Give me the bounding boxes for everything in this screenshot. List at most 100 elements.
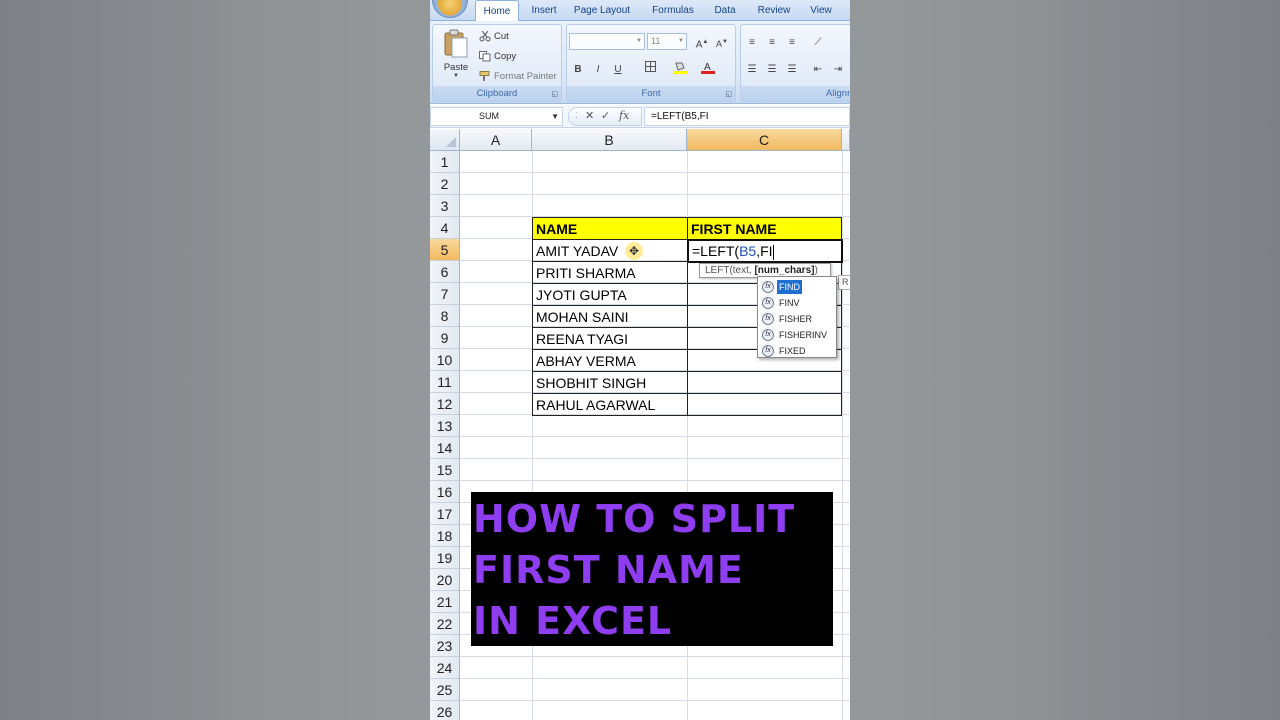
formula-input[interactable]: =LEFT(B5,FI — [644, 107, 850, 126]
row-header-21[interactable]: 21 — [430, 591, 460, 613]
first-name-cell[interactable] — [687, 393, 842, 416]
row-header-14[interactable]: 14 — [430, 437, 460, 459]
tab-insert[interactable]: Insert — [525, 0, 563, 21]
tab-data[interactable]: Data — [710, 0, 740, 21]
formula-bar: SUM ▼ ⁚ ✕ ✓ fx =LEFT(B5,FI — [430, 105, 850, 128]
row-header-17[interactable]: 17 — [430, 503, 460, 525]
tab-review[interactable]: Review — [753, 0, 795, 21]
scissors-icon — [479, 30, 491, 42]
shrink-font-icon[interactable]: A▼ — [713, 33, 731, 50]
row-header-19[interactable]: 19 — [430, 547, 460, 569]
row-header-1[interactable]: 1 — [430, 151, 460, 173]
function-autocomplete-list[interactable]: fx FIND fx FINV fx FISHER fx FISHERINV fx FIX… — [757, 276, 837, 358]
name-cell[interactable]: ABHAY VERMA — [532, 349, 688, 372]
align-bottom-icon[interactable]: ≡ — [783, 33, 801, 50]
cut-label: Cut — [494, 31, 509, 42]
increase-indent-icon[interactable]: ⇥ — [829, 60, 847, 77]
enter-check-icon[interactable]: ✓ — [601, 109, 610, 122]
row-header-26[interactable]: 26 — [430, 701, 460, 720]
dialog-launcher-icon[interactable]: ◱ — [551, 90, 558, 98]
row-header-12[interactable]: 12 — [430, 393, 460, 415]
autocomplete-label: FISHERINV — [779, 330, 828, 340]
banner-line-2: FIRST NAME — [473, 548, 744, 592]
autocomplete-item-fixed[interactable]: fx FIXED — [760, 343, 836, 359]
row-header-2[interactable]: 2 — [430, 173, 460, 195]
row-header-22[interactable]: 22 — [430, 613, 460, 635]
header-cell-first-name[interactable]: FIRST NAME — [687, 217, 842, 240]
column-header-c[interactable]: C — [687, 129, 842, 151]
tab-view[interactable]: View — [807, 0, 835, 21]
name-cell[interactable]: SHOBHIT SINGH — [532, 371, 688, 394]
autocomplete-label: FINV — [779, 298, 800, 308]
name-box-value: SUM — [479, 111, 499, 121]
name-cell[interactable]: PRITI SHARMA — [532, 261, 688, 284]
align-middle-icon[interactable]: ≡ — [763, 33, 781, 50]
row-header-9[interactable]: 9 — [430, 327, 460, 349]
font-name-input[interactable]: ▼ — [569, 33, 645, 50]
header-cell-name[interactable]: NAME — [532, 217, 688, 240]
orientation-icon[interactable]: ⟋ — [809, 33, 827, 50]
name-cell[interactable]: MOHAN SAINI — [532, 305, 688, 328]
insert-function-icon[interactable]: fx — [619, 109, 629, 122]
row-header-13[interactable]: 13 — [430, 415, 460, 437]
name-cell[interactable]: JYOTI GUPTA — [532, 283, 688, 306]
gridline — [460, 194, 850, 195]
row-header-4[interactable]: 4 — [430, 217, 460, 239]
align-left-icon[interactable]: ☰ — [743, 60, 761, 77]
italic-button[interactable]: I — [589, 60, 607, 77]
align-right-icon[interactable]: ☰ — [783, 60, 801, 77]
font-group: ▼ 11 ▼ A▲ A▼ B I U A Font ◱ — [566, 24, 736, 102]
row-header-18[interactable]: 18 — [430, 525, 460, 547]
column-header-a[interactable]: A — [460, 129, 532, 151]
underline-button[interactable]: U — [609, 60, 627, 77]
gridline — [460, 458, 850, 459]
active-cell-editor[interactable]: =LEFT(B5,FI — [687, 239, 843, 263]
copy-button[interactable]: Copy — [479, 50, 516, 64]
row-header-15[interactable]: 15 — [430, 459, 460, 481]
autocomplete-item-fisherinv[interactable]: fx FISHERINV — [760, 327, 836, 343]
bold-button[interactable]: B — [569, 60, 587, 77]
font-color-icon[interactable]: A — [699, 60, 717, 77]
font-size-value: 11 — [651, 36, 661, 46]
autocomplete-item-finv[interactable]: fx FINV — [760, 295, 836, 311]
fill-color-icon[interactable] — [671, 60, 689, 77]
office-button-icon[interactable] — [432, 0, 468, 18]
row-header-11[interactable]: 11 — [430, 371, 460, 393]
row-header-6[interactable]: 6 — [430, 261, 460, 283]
name-box[interactable]: SUM ▼ — [430, 107, 563, 126]
autocomplete-item-find[interactable]: fx FIND — [760, 279, 836, 295]
column-header-d[interactable] — [842, 129, 850, 151]
cut-button[interactable]: Cut — [479, 30, 509, 44]
row-header-8[interactable]: 8 — [430, 305, 460, 327]
row-header-3[interactable]: 3 — [430, 195, 460, 217]
row-header-10[interactable]: 10 — [430, 349, 460, 371]
format-painter-button[interactable]: Format Painter — [479, 70, 557, 84]
paste-button[interactable]: Paste ▼ — [437, 27, 475, 85]
name-cell[interactable]: AMIT YADAV ✥ — [532, 239, 688, 262]
dialog-launcher-icon[interactable]: ◱ — [725, 90, 732, 98]
tab-formulas[interactable]: Formulas — [646, 0, 700, 21]
tab-page-layout[interactable]: Page Layout — [570, 0, 634, 21]
cancel-icon[interactable]: ✕ — [585, 109, 594, 122]
borders-icon[interactable] — [641, 60, 659, 77]
tab-home[interactable]: Home — [475, 0, 519, 22]
first-name-cell[interactable] — [687, 371, 842, 394]
grow-font-icon[interactable]: A▲ — [693, 33, 711, 50]
row-header-5[interactable]: 5 — [430, 239, 460, 261]
gridline — [460, 678, 850, 679]
name-cell[interactable]: REENA TYAGI — [532, 327, 688, 350]
row-header-20[interactable]: 20 — [430, 569, 460, 591]
font-size-input[interactable]: 11 ▼ — [647, 33, 687, 50]
row-header-24[interactable]: 24 — [430, 657, 460, 679]
name-cell[interactable]: RAHUL AGARWAL — [532, 393, 688, 416]
decrease-indent-icon[interactable]: ⇤ — [809, 60, 827, 77]
align-top-icon[interactable]: ≡ — [743, 33, 761, 50]
autocomplete-item-fisher[interactable]: fx FISHER — [760, 311, 836, 327]
column-header-b[interactable]: B — [532, 129, 687, 151]
row-header-7[interactable]: 7 — [430, 283, 460, 305]
align-center-icon[interactable]: ☰ — [763, 60, 781, 77]
row-header-16[interactable]: 16 — [430, 481, 460, 503]
row-header-23[interactable]: 23 — [430, 635, 460, 657]
row-header-25[interactable]: 25 — [430, 679, 460, 701]
select-all-button[interactable] — [430, 129, 460, 151]
